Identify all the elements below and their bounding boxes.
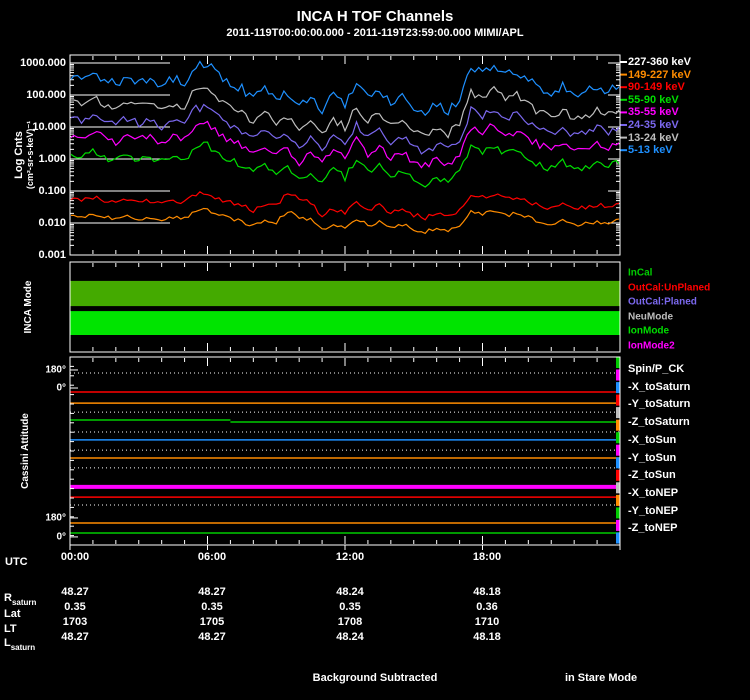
table-cell: 48.24 — [336, 631, 364, 643]
attitude-color-strip-segment — [616, 457, 620, 469]
table-cell: 0.35 — [339, 601, 361, 613]
attitude-tick-label: 0° — [56, 382, 66, 394]
table-cell: 0.35 — [64, 601, 86, 613]
table-cell: 48.27 — [61, 631, 89, 643]
table-cell: 48.27 — [61, 586, 89, 598]
legend-item-tof: 24-35 keV — [628, 119, 679, 131]
utc-value: 00:00 — [60, 551, 90, 563]
attitude-color-strip-segment — [616, 532, 620, 544]
row-label-text: R — [4, 592, 12, 604]
table-row-label: Rsaturn — [4, 592, 37, 607]
legend-item-tof: 90-149 keV — [628, 81, 685, 93]
attitude-color-strip-segment — [616, 444, 620, 456]
table-cell: 0.36 — [476, 601, 498, 613]
row-label-text: LT — [4, 623, 17, 635]
utc-row-label: UTC — [5, 556, 28, 568]
table-row-label: Lat — [4, 608, 21, 620]
table-row-label: Lsaturn — [4, 637, 36, 652]
attitude-color-strip-segment — [616, 469, 620, 481]
attitude-color-strip-segment — [616, 482, 620, 494]
legend-item-attitude: -Y_toSun — [628, 452, 677, 464]
y-tick-label: 0.001 — [38, 249, 66, 261]
utc-value: 18:00 — [472, 551, 502, 563]
row-label-text: Lat — [4, 608, 21, 620]
series-13-24-kev — [71, 85, 619, 139]
legend-item-tof: 149-227 keV — [628, 69, 691, 81]
legend-item-mode: NeuMode — [628, 311, 673, 323]
legend-item-attitude: -Z_toSun — [628, 469, 676, 481]
row-label-subscript: saturn — [10, 643, 36, 652]
table-cell: 48.18 — [473, 586, 501, 598]
attitude-color-strip-segment — [616, 507, 620, 519]
legend-item-attitude: -X_toNEP — [628, 487, 679, 499]
table-cell: 1703 — [62, 616, 88, 628]
legend-item-mode: OutCal:UnPlaned — [628, 282, 711, 294]
page-title: INCA H TOF Channels — [296, 8, 454, 25]
y-tick-label: 1.000 — [38, 153, 66, 165]
attitude-color-strip-segment — [616, 394, 620, 406]
y-tick-label: 100.000 — [26, 89, 66, 101]
table-cell: 48.27 — [198, 631, 226, 643]
inca-plot-window: INCA H TOF Channels 2011-119T00:00:00.00… — [0, 0, 750, 700]
legend-item-mode: IonMode — [628, 325, 670, 337]
attitude-color-strip-segment — [616, 432, 620, 444]
attitude-color-strip-segment — [616, 494, 620, 506]
legend-item-attitude: -X_toSaturn — [628, 381, 691, 393]
series-5-13-kev — [71, 60, 619, 117]
legend-item-tof: 227-360 keV — [628, 56, 691, 68]
attitude-tick-label: 180° — [45, 364, 66, 376]
attitude-color-strip-segment — [616, 382, 620, 394]
plot-subtitle: 2011-119T00:00:00.000 - 2011-119T23:59:0… — [226, 27, 524, 39]
legend-item-mode: OutCal:Planed — [628, 296, 697, 308]
attitude-tick-label: 180° — [45, 512, 66, 524]
table-cell: 1705 — [199, 616, 225, 628]
attitude-tick-label: 0° — [56, 531, 66, 543]
legend-item-attitude: Spin/P_CK — [628, 363, 685, 375]
y-axis-title-bottom: Cassini Attitude — [20, 413, 31, 489]
row-label-text: L — [4, 637, 11, 649]
table-cell: 1708 — [337, 616, 363, 628]
y-tick-label: 0.100 — [38, 185, 66, 197]
legend-item-attitude: -Z_toNEP — [628, 522, 678, 534]
legend-item-tof: 35-55 keV — [628, 106, 679, 118]
legend-item-attitude: -Y_toNEP — [628, 505, 679, 517]
table-cell: 48.24 — [336, 586, 364, 598]
table-cell: 48.27 — [198, 586, 226, 598]
footer-note-left: Background Subtracted — [312, 672, 438, 684]
series-90-149-kev — [71, 191, 619, 221]
legend-item-tof: 5-13 keV — [628, 144, 673, 156]
legend-item-mode: InCal — [628, 267, 653, 279]
mode-bar-1 — [70, 280, 620, 307]
panel-border-2 — [69, 261, 621, 353]
legend-item-attitude: -X_toSun — [628, 434, 677, 446]
attitude-color-strip-segment — [616, 407, 620, 419]
top-panel-curves — [71, 60, 619, 235]
utc-value: 06:00 — [197, 551, 227, 563]
table-row-label: LT — [4, 623, 17, 635]
y-tick-label: 1000.000 — [20, 57, 66, 69]
series-149-227-kev — [71, 207, 619, 235]
y-tick-label: 0.010 — [38, 217, 66, 229]
attitude-color-strip-segment — [616, 369, 620, 381]
footer-note-right: in Stare Mode — [564, 672, 638, 684]
table-cell: 48.18 — [473, 631, 501, 643]
legend-item-tof: 55-90 keV — [628, 94, 679, 106]
legend-item-attitude: -Z_toSaturn — [628, 416, 690, 428]
attitude-color-strip-segment — [616, 419, 620, 431]
legend-item-attitude: -Y_toSaturn — [628, 398, 691, 410]
attitude-color-strip-segment — [616, 357, 620, 368]
panel-border-3 — [69, 356, 621, 546]
table-cell: 1710 — [474, 616, 500, 628]
series-55-90-kev — [71, 141, 619, 188]
legend-item-tof: 13-24 keV — [628, 132, 679, 144]
y-axis-title-middle: INCA Mode — [23, 280, 34, 334]
legend-item-mode: IonMode2 — [628, 340, 675, 352]
y-tick-label: 10.000 — [32, 121, 66, 133]
table-cell: 0.35 — [201, 601, 223, 613]
row-label-subscript: saturn — [11, 598, 37, 607]
utc-value: 12:00 — [335, 551, 365, 563]
attitude-color-strip-segment — [616, 519, 620, 531]
mode-bar-2 — [70, 311, 620, 335]
